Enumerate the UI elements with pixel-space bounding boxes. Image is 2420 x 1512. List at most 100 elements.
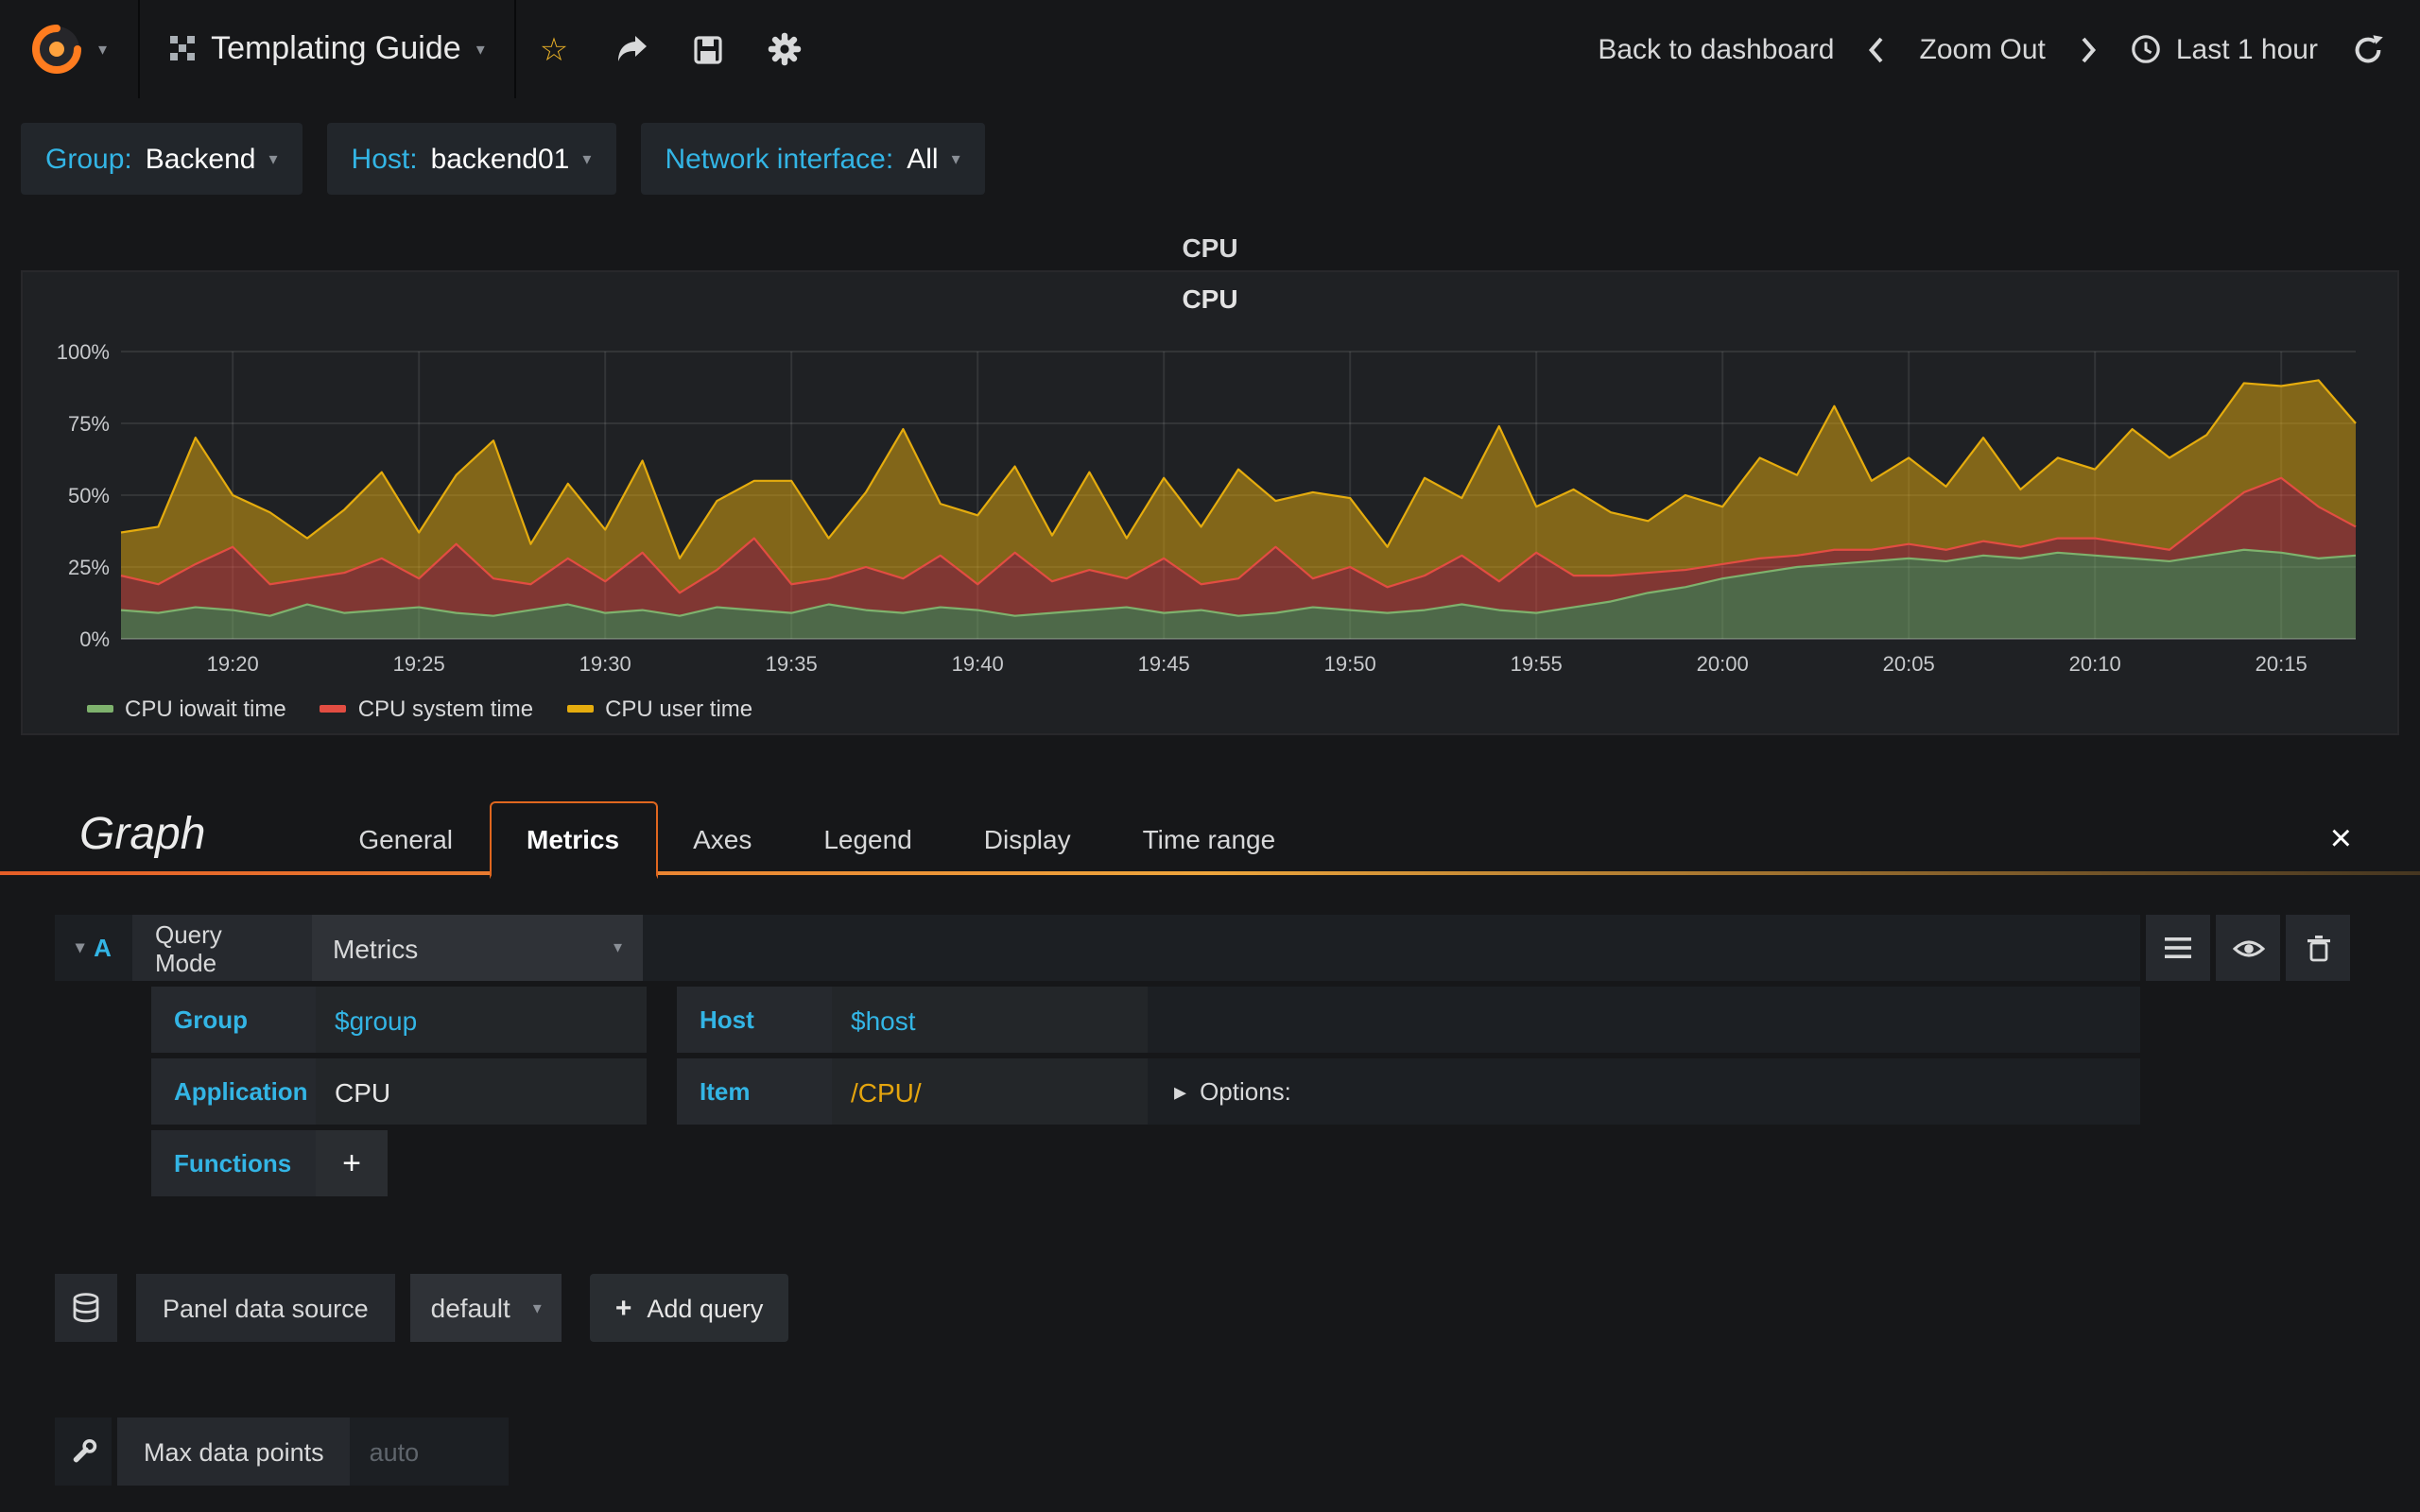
legend-cpu-user-time[interactable]: CPU user time <box>567 696 752 722</box>
max-data-points-row: Max data points auto <box>55 1418 2350 1486</box>
eye-icon <box>2232 936 2264 959</box>
functions-label: Functions <box>151 1130 316 1196</box>
template-variables-row: Group: Backend ▾ Host: backend01 ▾ Network int… <box>21 123 2420 195</box>
svg-text:19:25: 19:25 <box>393 652 445 676</box>
tab-general[interactable]: General <box>322 803 489 875</box>
back-to-dashboard-label: Back to dashboard <box>1598 33 1835 65</box>
query-row-filler <box>1148 987 2140 1053</box>
legend-color-icon <box>87 705 113 713</box>
svg-text:19:35: 19:35 <box>766 652 818 676</box>
legend-cpu-iowait-time[interactable]: CPU iowait time <box>87 696 286 722</box>
svg-text:20:10: 20:10 <box>2069 652 2121 676</box>
variable-label: Group: <box>45 143 132 175</box>
chevron-left-icon <box>1869 35 1886 63</box>
variable-label: Host: <box>351 143 418 175</box>
group-label: Group <box>151 987 316 1053</box>
zoom-out-label: Zoom Out <box>1919 33 2046 65</box>
group-input[interactable]: $group <box>316 987 647 1053</box>
legend-cpu-system-time[interactable]: CPU system time <box>320 696 533 722</box>
tab-time-range[interactable]: Time range <box>1107 803 1312 875</box>
add-query-button[interactable]: + Add query <box>590 1274 788 1342</box>
hamburger-icon <box>2165 937 2191 958</box>
back-to-dashboard-button[interactable]: Back to dashboard <box>1581 33 1851 65</box>
datasource-value: default <box>430 1293 510 1323</box>
chevron-down-icon: ▾ <box>268 148 278 167</box>
close-editor-button[interactable]: × <box>2330 820 2352 858</box>
settings-button[interactable] <box>744 0 823 98</box>
dashboard-title-button[interactable]: Templating Guide ▾ <box>139 0 517 98</box>
variable-network-interface[interactable]: Network interface: All ▾ <box>640 123 985 195</box>
query-toggle-visibility-button[interactable] <box>2216 915 2280 981</box>
query-row-functions: Functions + <box>151 1130 2140 1196</box>
query-mode-select[interactable]: Metrics ▾ <box>312 915 643 981</box>
query-delete-button[interactable] <box>2286 915 2350 981</box>
chevron-right-icon <box>2080 35 2097 63</box>
query-row-application-item: Application CPU Item /CPU/ ▸ Options: <box>151 1058 2140 1125</box>
time-shift-forward-button[interactable] <box>2063 35 2114 63</box>
panel-data-source-label: Panel data source <box>136 1274 395 1342</box>
graph-panel: CPU 0% 25% 50% 75% 100% 19:20 19:25 19:30 19:35 1… <box>21 270 2399 735</box>
database-icon <box>72 1293 100 1323</box>
wrench-icon <box>68 1436 98 1467</box>
legend-color-icon <box>320 705 347 713</box>
query-row-actions <box>2146 915 2350 981</box>
item-input[interactable]: /CPU/ <box>832 1058 1148 1125</box>
application-input[interactable]: CPU <box>316 1058 647 1125</box>
svg-text:75%: 75% <box>68 412 110 436</box>
svg-text:20:05: 20:05 <box>1883 652 1935 676</box>
tab-metrics[interactable]: Metrics <box>489 801 658 879</box>
options-toggle[interactable]: ▸ Options: <box>1148 1058 2140 1125</box>
svg-text:19:50: 19:50 <box>1324 652 1376 676</box>
application-label: Application <box>151 1058 316 1125</box>
time-picker-button[interactable]: Last 1 hour <box>2114 33 2335 65</box>
query-menu-button[interactable] <box>2146 915 2210 981</box>
add-query-label: Add query <box>647 1294 764 1322</box>
max-data-points-input[interactable]: auto <box>350 1418 510 1486</box>
editor-tabs: General Metrics Axes Legend Display Time rang… <box>322 801 1312 879</box>
refresh-button[interactable] <box>2335 33 2401 65</box>
svg-text:25%: 25% <box>68 556 110 579</box>
tab-display[interactable]: Display <box>948 803 1107 875</box>
graph-panel-container: CPU CPU 0% 25% 50% 75% 100% 19:20 19:25 19:30 19… <box>21 225 2399 735</box>
chevron-down-icon: ▾ <box>613 937 622 956</box>
query-row-filler <box>643 915 2140 981</box>
query-row-a: ▾ A Query Mode Metrics ▾ <box>55 915 2350 981</box>
item-label: Item <box>677 1058 832 1125</box>
wrench-icon-box <box>55 1418 112 1486</box>
svg-text:19:40: 19:40 <box>952 652 1004 676</box>
zoom-out-button[interactable]: Zoom Out <box>1903 33 2063 65</box>
grafana-logo-button[interactable]: ▾ <box>0 0 140 98</box>
editor-body: ▾ A Query Mode Metrics ▾ Group $group Ho… <box>0 875 2420 1486</box>
dashboard-title: Templating Guide <box>211 30 461 66</box>
datasource-select[interactable]: default ▾ <box>409 1274 562 1342</box>
variable-group[interactable]: Group: Backend ▾ <box>21 123 302 195</box>
chevron-down-icon: ▾ <box>582 148 592 167</box>
star-icon: ☆ <box>539 31 569 67</box>
cpu-chart[interactable]: 0% 25% 50% 75% 100% 19:20 19:25 19:30 19:35 19:40… <box>45 318 2375 688</box>
host-label: Host <box>677 987 832 1053</box>
chart-legend: CPU iowait time CPU system time CPU user t… <box>45 688 2375 730</box>
legend-color-icon <box>567 705 595 713</box>
panel-title[interactable]: CPU <box>21 225 2399 270</box>
svg-text:19:45: 19:45 <box>1138 652 1190 676</box>
tab-axes[interactable]: Axes <box>657 803 787 875</box>
star-button[interactable]: ☆ <box>517 0 592 98</box>
add-function-button[interactable]: + <box>316 1130 388 1196</box>
variable-value: All <box>907 143 939 175</box>
time-shift-back-button[interactable] <box>1852 35 1903 63</box>
database-icon-box <box>55 1274 117 1342</box>
save-button[interactable] <box>670 0 744 98</box>
chevron-down-icon: ▾ <box>76 937 85 956</box>
gear-icon <box>767 32 801 66</box>
variable-value: Backend <box>145 143 256 175</box>
share-button[interactable] <box>591 0 670 98</box>
share-icon <box>614 35 648 63</box>
query-mode-label: Query Mode <box>132 915 312 981</box>
host-input[interactable]: $host <box>832 987 1148 1053</box>
max-data-points-label: Max data points <box>117 1418 351 1486</box>
variable-host[interactable]: Host: backend01 ▾ <box>326 123 616 195</box>
query-collapse-toggle[interactable]: ▾ A <box>55 915 132 981</box>
tab-legend[interactable]: Legend <box>787 803 947 875</box>
svg-text:19:20: 19:20 <box>207 652 259 676</box>
editor-header: Graph General Metrics Axes Legend Display Tim… <box>0 788 2420 879</box>
